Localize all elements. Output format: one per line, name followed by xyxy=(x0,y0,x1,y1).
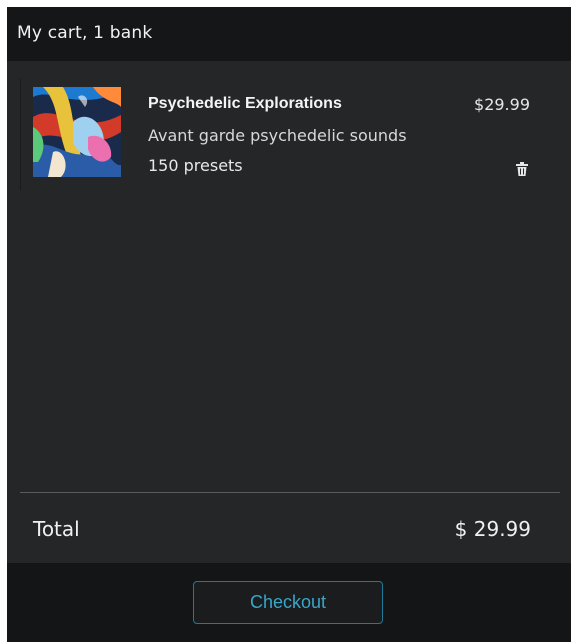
item-preset-count: 150 presets xyxy=(148,156,243,175)
psychedelic-art-image xyxy=(33,87,121,177)
cart-panel: My cart, 1 bank Psychedelic Explorations… xyxy=(7,7,571,642)
item-price: $29.99 xyxy=(474,95,530,114)
item-description: Avant garde psychedelic sounds xyxy=(148,126,407,145)
checkout-button[interactable]: Checkout xyxy=(193,581,383,624)
trash-icon[interactable] xyxy=(516,161,528,176)
total-label: Total xyxy=(33,517,80,541)
total-divider xyxy=(20,492,560,493)
total-value: $ 29.99 xyxy=(454,517,531,541)
album-art-thumbnail[interactable] xyxy=(33,87,121,177)
cart-footer: Checkout xyxy=(7,563,571,642)
cart-title: My cart, 1 bank xyxy=(17,23,153,43)
item-title: Psychedelic Explorations xyxy=(148,95,342,112)
cart-item: Psychedelic Explorations Avant garde psy… xyxy=(20,78,558,190)
cart-header: My cart, 1 bank xyxy=(7,7,571,61)
